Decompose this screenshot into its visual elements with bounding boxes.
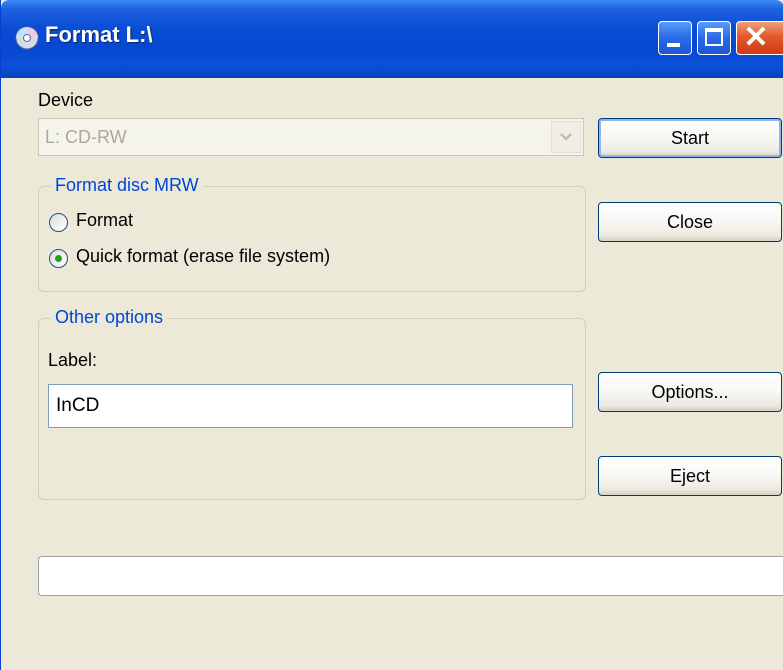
eject-button[interactable]: Eject bbox=[598, 456, 782, 496]
start-button[interactable]: Start bbox=[598, 118, 782, 158]
device-select-value: L: CD-RW bbox=[45, 127, 127, 147]
volume-label-caption: Label: bbox=[48, 350, 98, 370]
close-button[interactable]: Close bbox=[598, 202, 782, 242]
cd-disc-icon bbox=[15, 26, 39, 50]
close-icon: ✕ bbox=[743, 21, 769, 54]
other-options-legend: Other options bbox=[51, 307, 168, 328]
minimize-icon bbox=[667, 43, 680, 47]
window-title: Format L:\ bbox=[45, 22, 153, 47]
maximize-button[interactable] bbox=[697, 21, 731, 55]
format-radio-label[interactable]: Format bbox=[76, 210, 133, 231]
format-disc-legend: Format disc MRW bbox=[51, 175, 203, 196]
minimize-button[interactable] bbox=[658, 21, 692, 55]
chevron-down-icon bbox=[560, 133, 572, 141]
format-disc-group: Format disc MRW bbox=[38, 175, 586, 292]
options-button[interactable]: Options... bbox=[598, 372, 782, 412]
quick-format-radio[interactable] bbox=[49, 249, 68, 268]
device-select-arrow[interactable] bbox=[551, 121, 581, 153]
close-window-button[interactable]: ✕ bbox=[736, 21, 783, 55]
progress-status-bar bbox=[38, 556, 783, 596]
radio-selected-dot bbox=[55, 255, 62, 262]
device-label: Device bbox=[38, 90, 94, 110]
maximize-icon bbox=[705, 28, 723, 46]
quick-format-radio-label[interactable]: Quick format (erase file system) bbox=[76, 246, 330, 267]
volume-label-input[interactable] bbox=[48, 384, 573, 428]
format-dialog: Format L:\ ✕ Device L: CD-RW Start Close… bbox=[0, 0, 783, 670]
device-select[interactable]: L: CD-RW bbox=[38, 118, 584, 156]
format-radio[interactable] bbox=[49, 213, 68, 232]
title-bar[interactable]: Format L:\ ✕ bbox=[1, 0, 783, 78]
